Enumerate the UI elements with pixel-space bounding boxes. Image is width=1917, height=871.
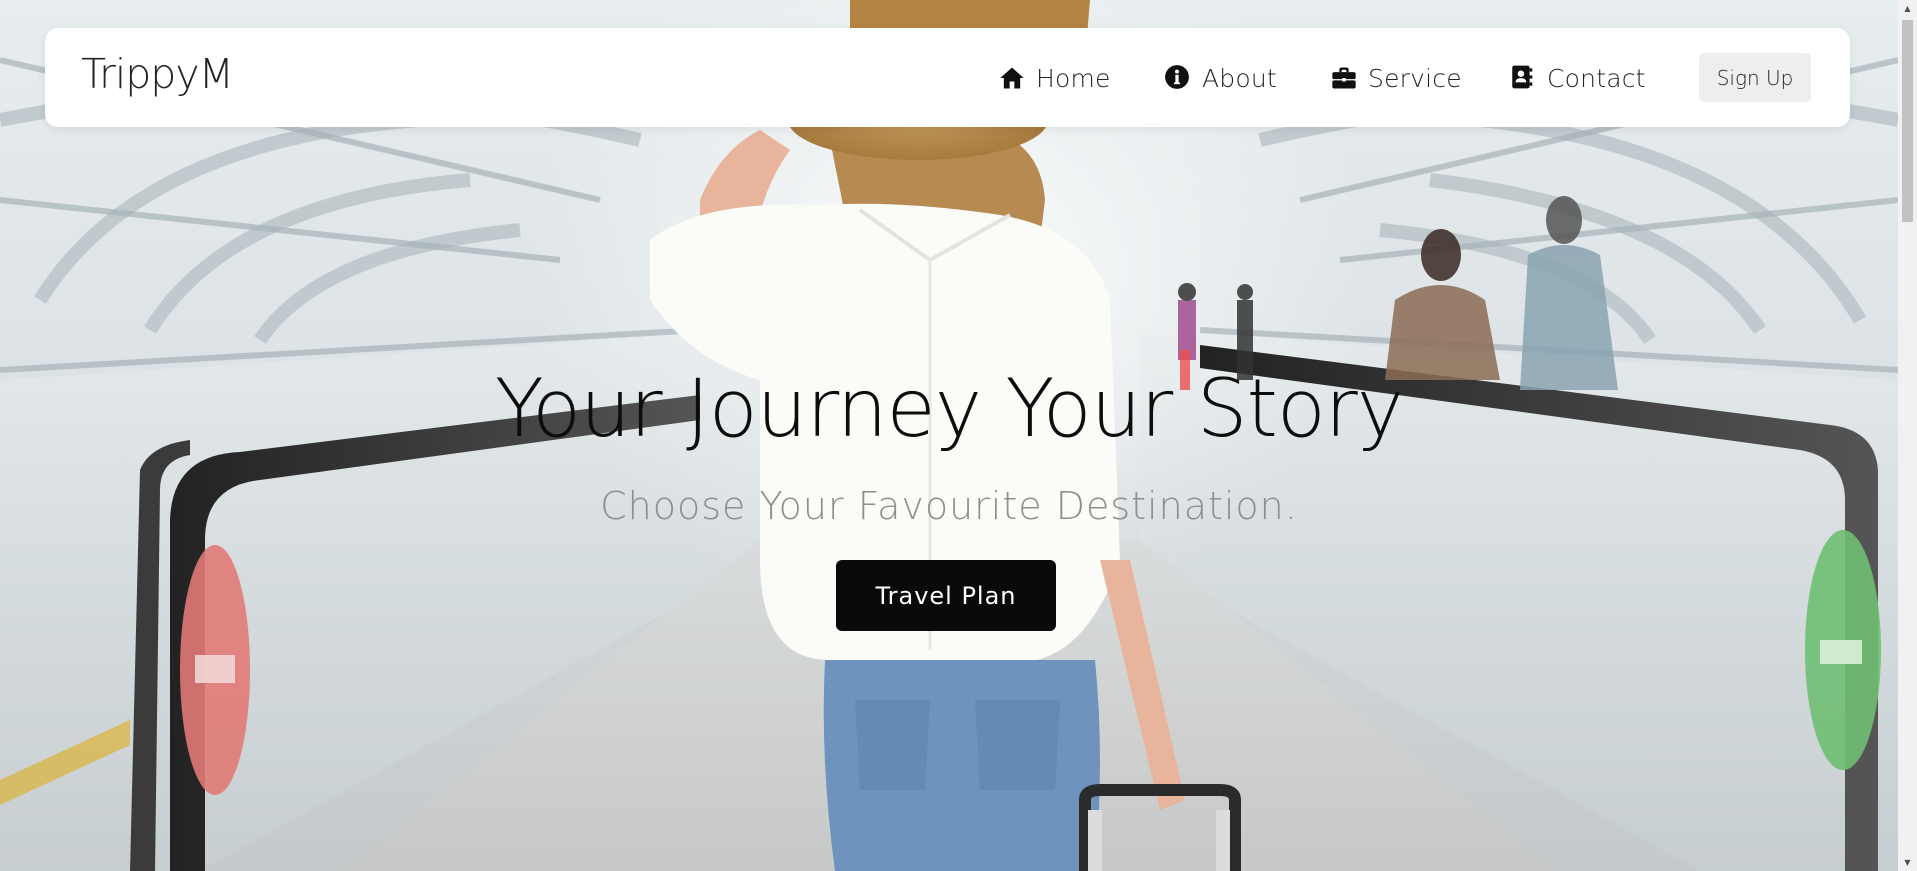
nav-item-contact[interactable]: Contact — [1509, 63, 1646, 93]
nav-item-home[interactable]: Home — [998, 63, 1111, 93]
nav-item-service-label: Service — [1368, 63, 1462, 93]
address-book-icon — [1509, 64, 1537, 92]
nav-item-contact-label: Contact — [1547, 63, 1646, 93]
vertical-scrollbar[interactable]: ▲ ▼ — [1898, 0, 1917, 871]
nav-item-about[interactable]: About — [1164, 63, 1277, 93]
page: TrippyM Home About Service Contact Sign … — [0, 0, 1917, 871]
hero-subheadline: Choose Your Favourite Destination. — [600, 484, 1298, 528]
briefcase-icon — [1330, 64, 1358, 92]
scroll-down-arrow-icon[interactable]: ▼ — [1898, 854, 1917, 871]
home-icon — [998, 64, 1026, 92]
navbar: TrippyM Home About Service Contact Sign … — [45, 28, 1850, 127]
nav-item-about-label: About — [1202, 63, 1277, 93]
scroll-up-arrow-icon[interactable]: ▲ — [1898, 0, 1917, 17]
travel-plan-button[interactable]: Travel Plan — [836, 560, 1056, 631]
sign-up-button[interactable]: Sign Up — [1699, 53, 1811, 102]
brand-logo[interactable]: TrippyM — [81, 50, 234, 98]
hero-headline: Your Journey Your Story — [494, 362, 1404, 455]
nav-item-home-label: Home — [1036, 63, 1111, 93]
scrollbar-thumb[interactable] — [1902, 20, 1913, 222]
info-circle-icon — [1164, 64, 1192, 92]
nav-item-service[interactable]: Service — [1330, 63, 1462, 93]
